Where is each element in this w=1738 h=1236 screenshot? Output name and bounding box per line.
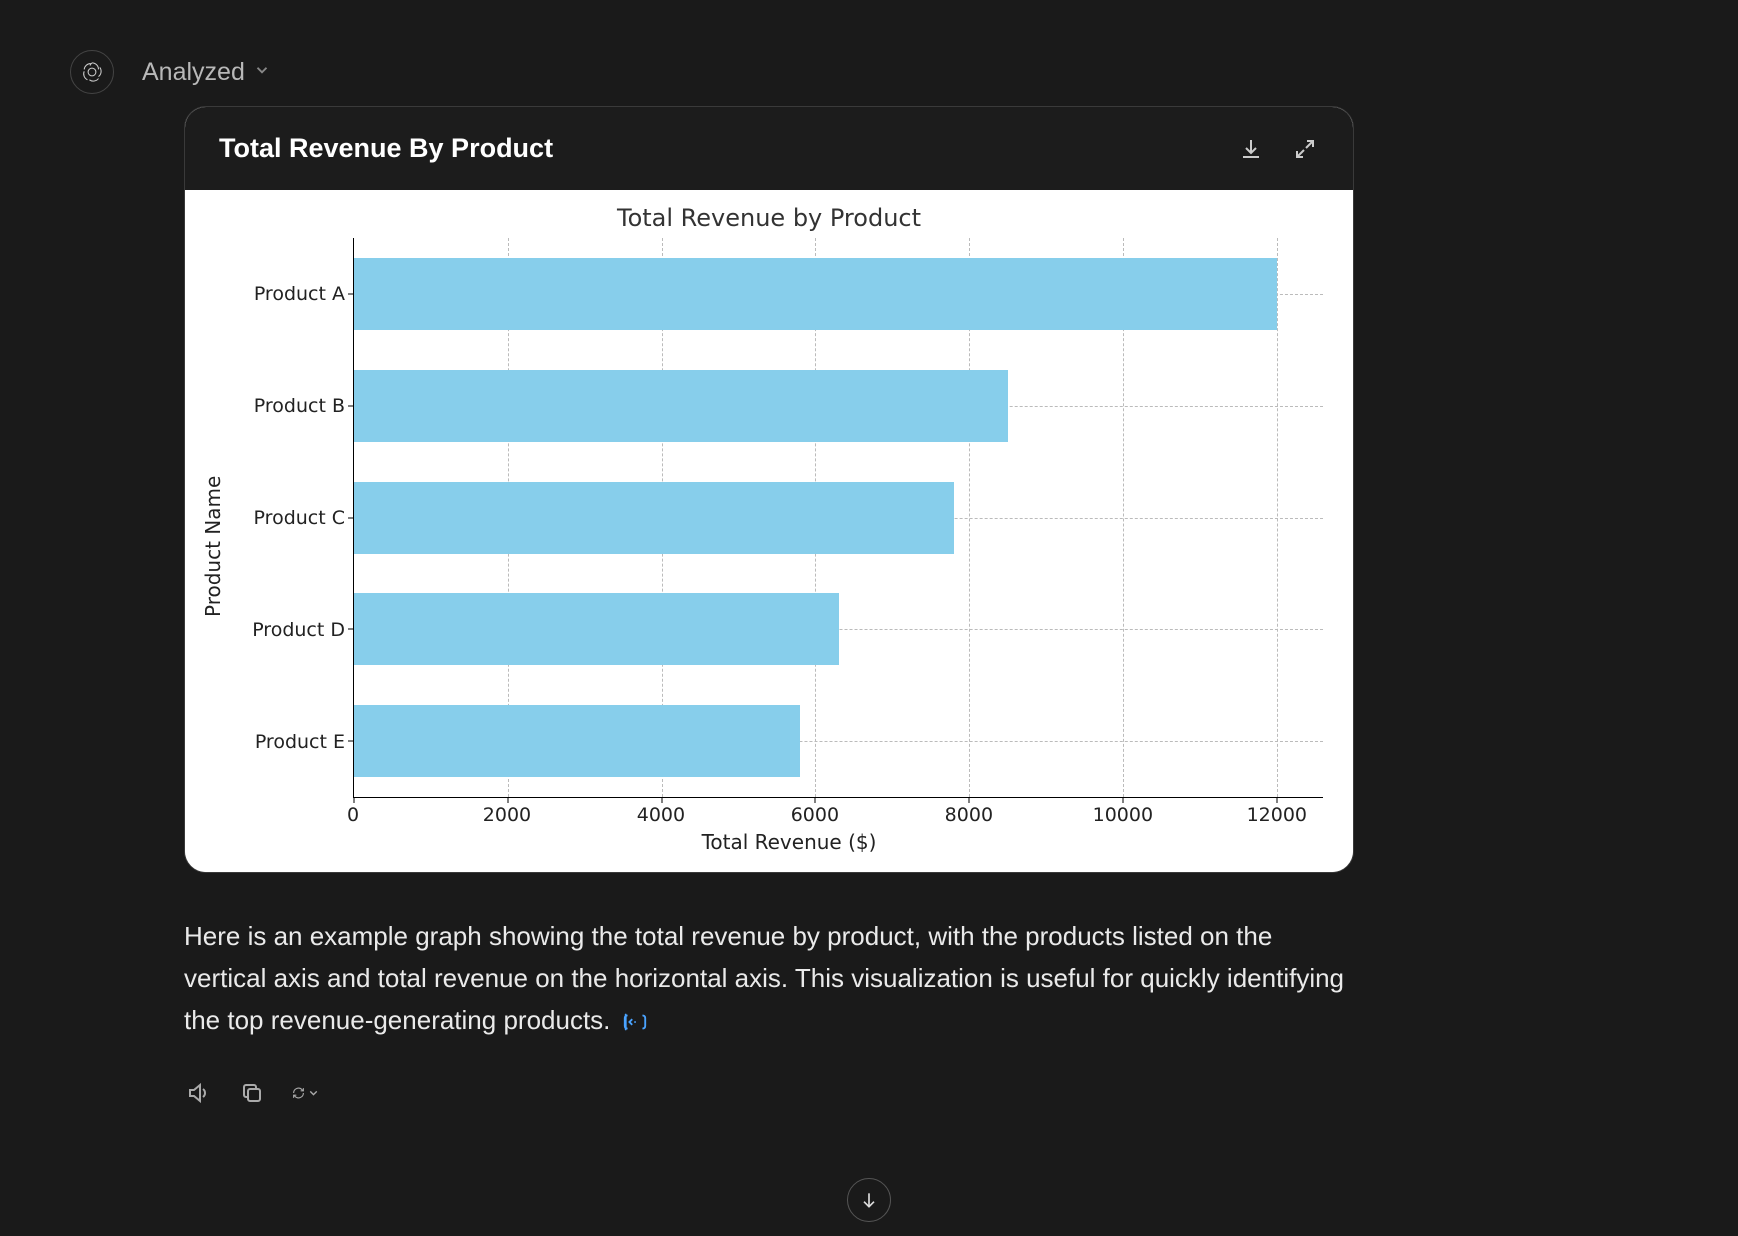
ytick-label: Product C [254,507,345,529]
analyzed-label: Analyzed [142,58,245,87]
xtick-label: 10000 [1093,804,1153,826]
card-title: Total Revenue By Product [219,133,553,164]
copy-button[interactable] [238,1079,266,1107]
expand-button[interactable] [1291,135,1319,163]
ytick-label: Product D [252,619,345,641]
openai-logo-icon [79,59,105,85]
download-icon [1239,137,1263,161]
code-icon [622,1011,648,1033]
plot-area [353,238,1323,798]
assistant-message: Here is an example graph showing the tot… [184,915,1354,1041]
ytick-label: Product B [254,395,345,417]
y-axis-label: Product Name [195,238,235,854]
bar [354,593,839,665]
chevron-down-icon [253,61,271,84]
copy-icon [240,1081,264,1105]
message-actions [184,1079,1354,1107]
ytick-label: Product E [255,731,345,753]
bar [354,258,1277,330]
xtick-label: 6000 [791,804,839,826]
chevron-down-icon [307,1081,320,1105]
chart-title: Total Revenue by Product [195,204,1343,232]
ytick-label: Product A [254,283,345,305]
chart-card: Total Revenue By Product Total Revenue b… [184,106,1354,873]
chart-body: Total Revenue by Product Product Name Pr… [185,190,1353,872]
gridline-v [1277,238,1278,797]
caption-text: Here is an example graph showing the tot… [184,921,1344,1035]
assistant-avatar [70,50,114,94]
speaker-icon [186,1081,210,1105]
card-header: Total Revenue By Product [185,107,1353,190]
bar [354,370,1008,442]
bar [354,482,954,554]
view-code-button[interactable] [622,1011,648,1033]
bar [354,705,800,777]
download-button[interactable] [1237,135,1265,163]
arrow-down-icon [859,1190,879,1210]
analyzed-toggle[interactable]: Analyzed [142,58,271,87]
read-aloud-button[interactable] [184,1079,212,1107]
x-axis-label: Total Revenue ($) [235,830,1343,854]
xtick-label: 2000 [483,804,531,826]
regenerate-button[interactable] [292,1079,320,1107]
expand-icon [1293,137,1317,161]
xtick-label: 8000 [945,804,993,826]
xtick-label: 0 [347,804,359,826]
refresh-icon [292,1081,305,1105]
xtick-label: 12000 [1247,804,1307,826]
scroll-to-bottom-button[interactable] [847,1178,891,1222]
xtick-label: 4000 [637,804,685,826]
